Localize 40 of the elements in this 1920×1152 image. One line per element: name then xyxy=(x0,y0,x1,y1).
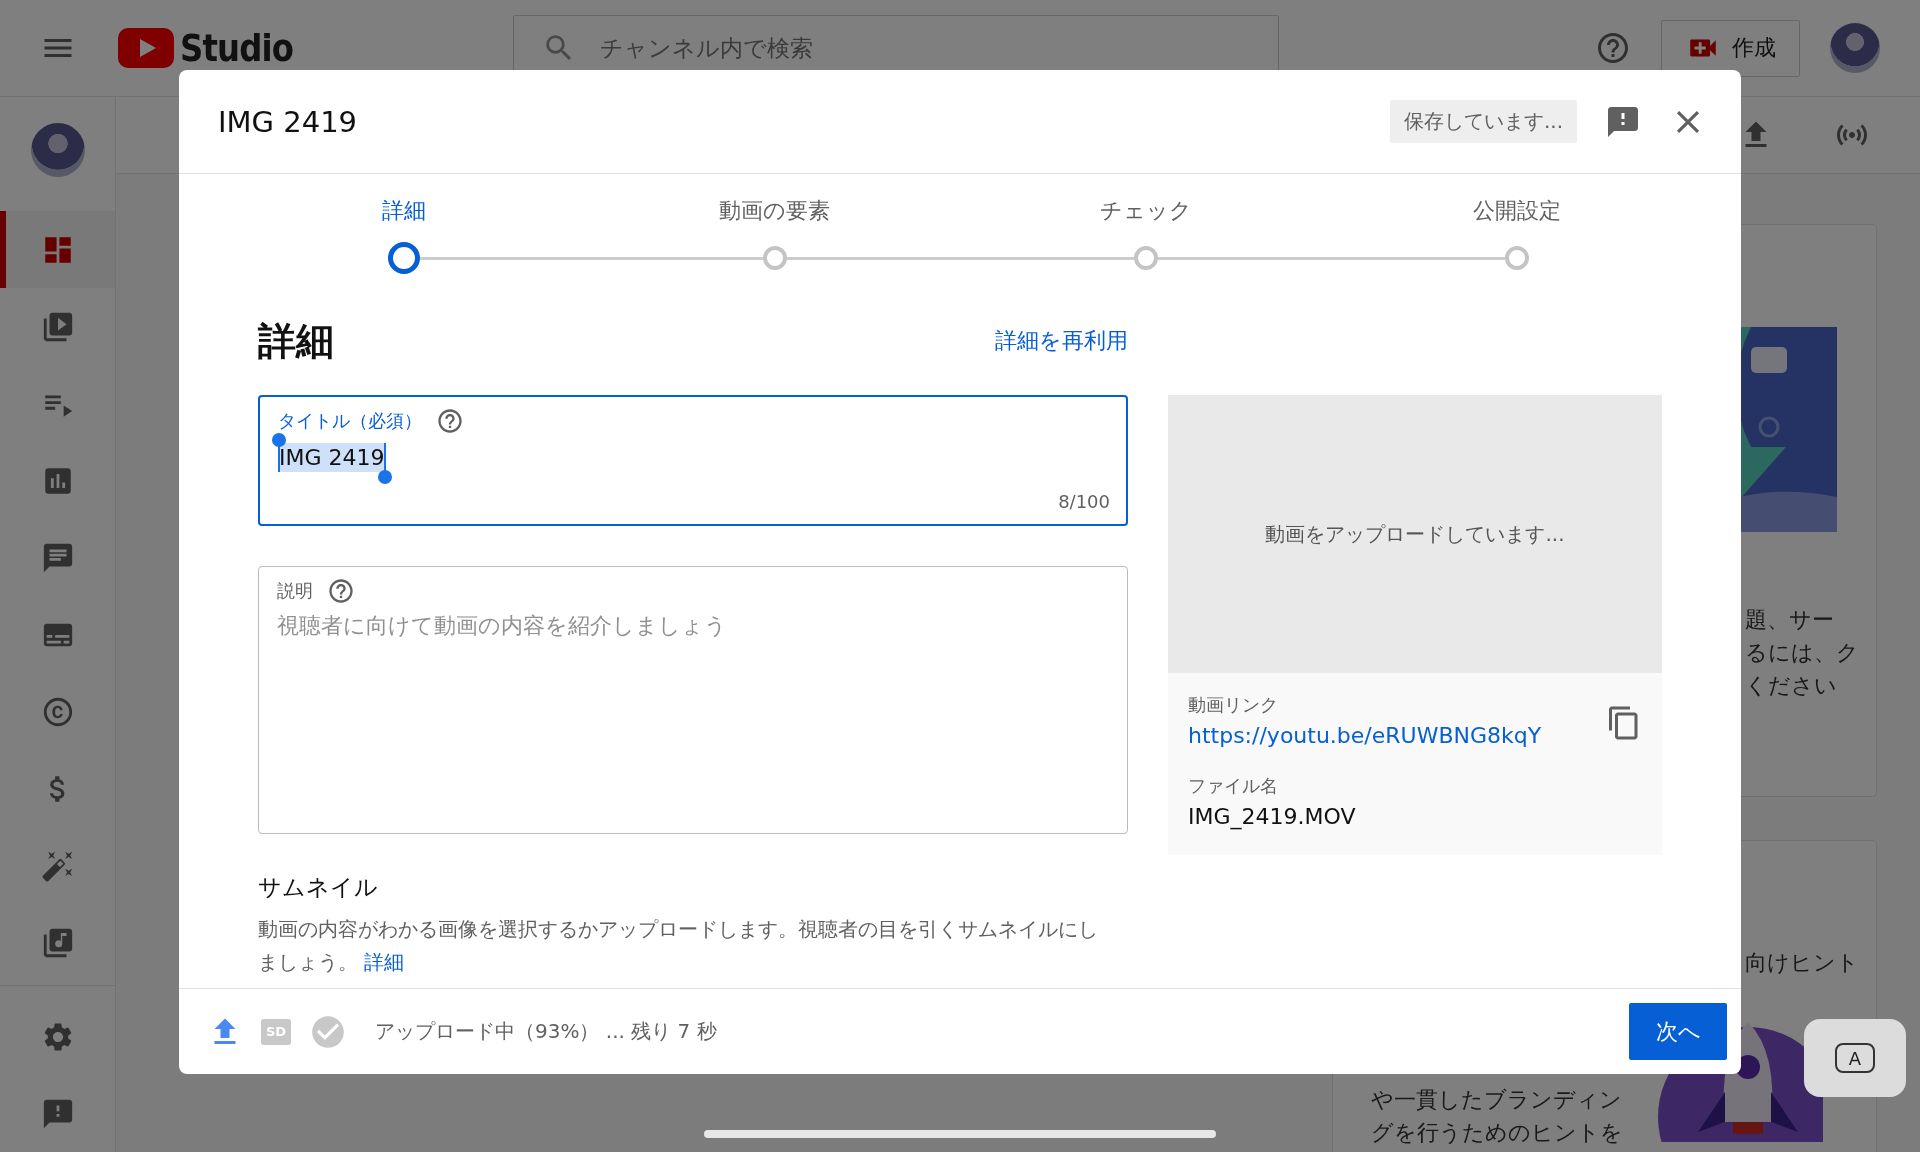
thumbnail-heading: サムネイル xyxy=(258,873,379,902)
card-heading: 向けヒント xyxy=(1745,949,1859,976)
card-text: 題、サー xyxy=(1745,606,1835,633)
field-value: IMG 2419 xyxy=(270,431,394,486)
reuse-details-link[interactable]: 詳細を再利用 xyxy=(995,326,1128,356)
upload-progress-text: アップロード中（93%） ... 残り 7 秒 xyxy=(375,1018,718,1045)
section-heading: 詳細 xyxy=(258,317,334,365)
step-tab[interactable]: チェック xyxy=(960,194,1331,274)
field-label: タイトル（必須） xyxy=(278,409,422,433)
upload-status-text: 動画をアップロードしています... xyxy=(1265,520,1565,548)
step-tab[interactable]: 詳細 xyxy=(218,194,589,274)
character-counter: 8/100 xyxy=(1058,491,1110,512)
file-name: IMG_2419.MOV xyxy=(1188,804,1357,829)
help-icon[interactable] xyxy=(1595,30,1631,66)
dialog-title: IMG 2419 xyxy=(218,104,359,139)
avatar-icon[interactable] xyxy=(1830,23,1880,73)
play-logo-icon xyxy=(118,28,174,68)
info-label: 動画リンク xyxy=(1188,693,1279,717)
description-field[interactable]: 説明 視聴者に向けて動画の内容を紹介しましょう xyxy=(258,566,1128,834)
info-label: ファイル名 xyxy=(1188,774,1279,798)
logo-text: Studio xyxy=(180,26,293,70)
card-text: グを行うためのヒントを xyxy=(1371,1119,1623,1146)
field-label: 説明 xyxy=(277,579,313,603)
create-button[interactable]: 作成 xyxy=(1661,19,1800,77)
details-link[interactable]: 詳細 xyxy=(364,950,405,974)
avatar-icon xyxy=(30,123,85,177)
title-field[interactable]: タイトル（必須） IMG 2419 8/100 xyxy=(258,395,1128,526)
video-link[interactable]: https://youtu.be/eRUWBNG8kqY xyxy=(1188,723,1542,748)
save-status: 保存しています... xyxy=(1389,100,1577,143)
card-text: るには、ク xyxy=(1745,639,1859,666)
sidebar-item[interactable] xyxy=(0,211,115,288)
card-text: や一貫したブランディン xyxy=(1371,1086,1623,1113)
step-tab[interactable]: 動画の要素 xyxy=(589,194,960,274)
help-icon[interactable] xyxy=(327,577,355,605)
help-icon[interactable] xyxy=(436,407,464,435)
next-button[interactable]: 次へ xyxy=(1629,1003,1727,1060)
keyboard-button[interactable]: A xyxy=(1804,1019,1906,1097)
thumbnail-description: 動画の内容がわかる画像を選択するかアップロードします。視聴者の目を引くサムネイルにしましょう。 詳細 xyxy=(258,916,1099,976)
step-tab[interactable]: 公開設定 xyxy=(1331,194,1702,274)
card-text: ください xyxy=(1745,672,1838,699)
